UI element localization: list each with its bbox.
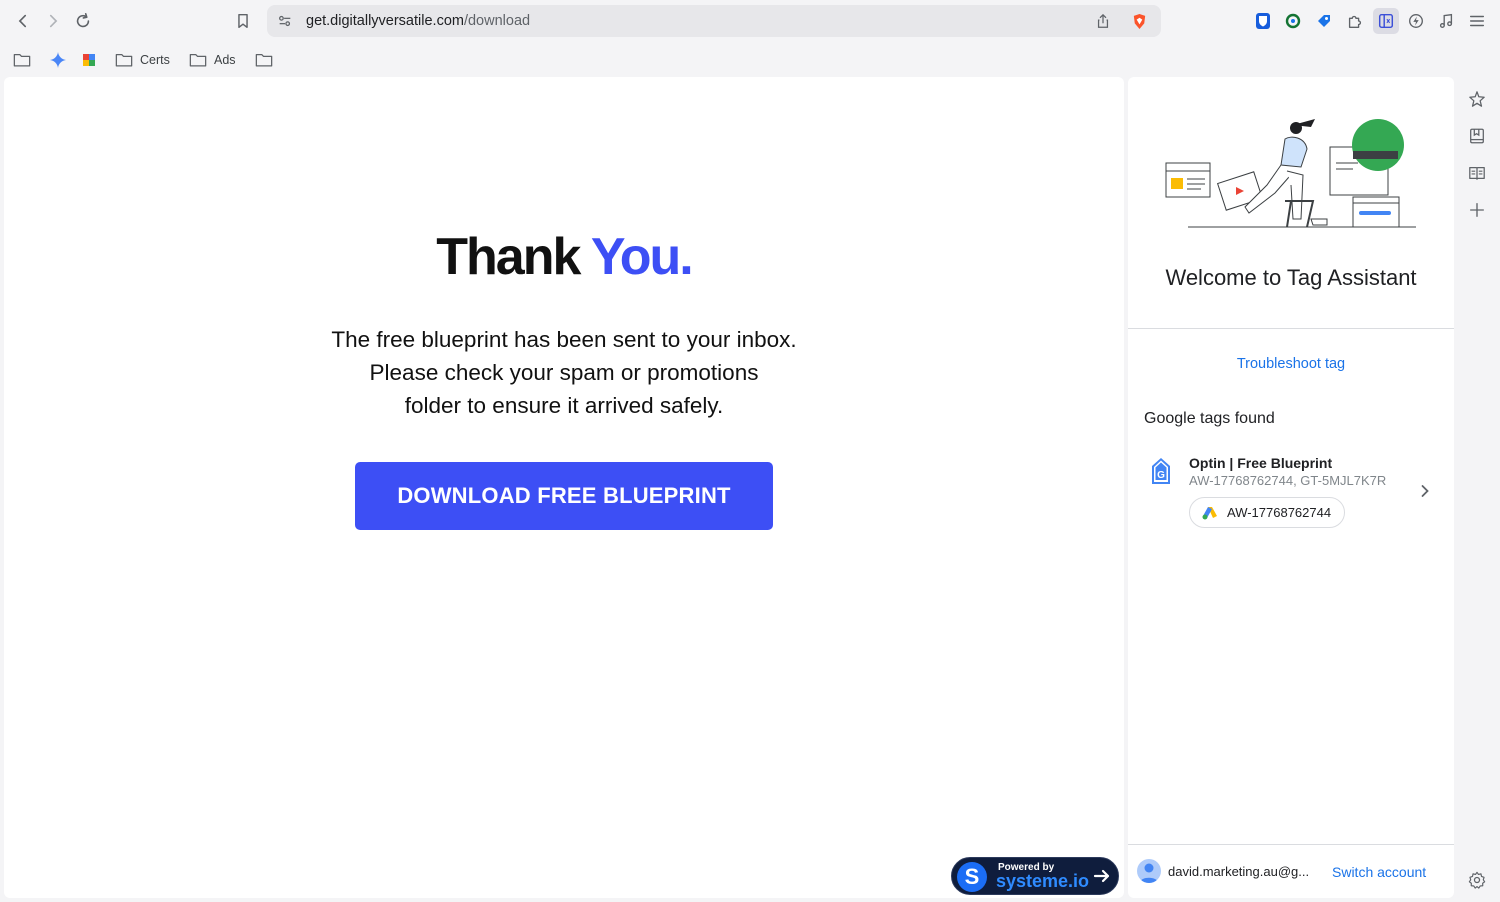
bookmark-folder-2[interactable]: [255, 50, 280, 70]
switch-account-link[interactable]: Switch account: [1332, 864, 1426, 880]
bookmarks-icon: [1470, 128, 1484, 144]
title-main: Thank: [436, 228, 581, 286]
back-button[interactable]: [10, 8, 36, 34]
gear-icon: [1468, 871, 1486, 889]
google-tag-icon: G: [1152, 458, 1170, 484]
welcome-heading: Welcome to Tag Assistant: [1165, 265, 1417, 290]
leo-icon[interactable]: [1403, 8, 1429, 34]
add-sidebar-item-button[interactable]: [1466, 199, 1488, 221]
folder-icon: [255, 53, 273, 67]
bookmark-icon: [238, 13, 248, 29]
url-host: get.digitallyversatile.com: [306, 13, 464, 29]
sidebar-settings-button[interactable]: [1466, 869, 1488, 891]
reading-list-icon: [1469, 166, 1485, 180]
tag-list-item[interactable]: G Optin | Free Blueprint AW-17768762744,…: [1128, 445, 1454, 535]
forward-arrow-icon: [49, 14, 58, 28]
bookmark-label: Certs: [140, 53, 170, 67]
bookmark-folder-certs[interactable]: Certs: [115, 50, 170, 70]
page-title: Thank You.: [4, 227, 1124, 287]
share-icon[interactable]: [1094, 12, 1112, 30]
back-arrow-icon: [18, 14, 27, 28]
tag-name: Optin | Free Blueprint: [1189, 455, 1333, 471]
bookmark-folder-1[interactable]: [13, 50, 38, 70]
music-icon[interactable]: [1433, 8, 1459, 34]
menu-icon[interactable]: [1464, 8, 1490, 34]
tag-ids: AW-17768762744, GT-5MJL7K7R: [1189, 473, 1387, 488]
bookmark-looker[interactable]: [80, 50, 105, 70]
bookmarks-bar: Certs Ads: [0, 44, 1500, 74]
looker-studio-icon: [83, 54, 95, 66]
extension-green-icon[interactable]: [1280, 8, 1306, 34]
troubleshoot-tag-link[interactable]: Troubleshoot tag: [1128, 356, 1454, 372]
systeme-brand-label: systeme.io: [996, 871, 1090, 891]
message-line-1: The free blueprint has been sent to your…: [331, 327, 797, 352]
url-text[interactable]: get.digitallyversatile.com/download: [306, 13, 530, 29]
forward-button[interactable]: [40, 8, 66, 34]
account-bar: david.marketing.au@g... Switch account: [1128, 845, 1454, 897]
plus-icon: [1470, 203, 1484, 217]
page-content: Thank You. The free blueprint has been s…: [4, 77, 1124, 898]
bookmark-gemini[interactable]: [49, 50, 74, 70]
title-accent: You.: [590, 228, 694, 286]
tags-found-heading: Google tags found: [1144, 410, 1275, 427]
folder-icon: [115, 53, 133, 67]
extension-blue-tag-icon[interactable]: [1311, 8, 1337, 34]
bookmark-label: Ads: [214, 53, 236, 67]
bitwarden-icon[interactable]: [1250, 8, 1276, 34]
browser-toolbar: get.digitallyversatile.com/download: [0, 0, 1500, 42]
google-ads-icon: [1202, 506, 1217, 519]
reload-icon: [76, 12, 90, 28]
bookmarks-sidebar-button[interactable]: [1466, 125, 1488, 147]
tag-assistant-panel: Welcome to Tag Assistant Troubleshoot ta…: [1128, 77, 1454, 898]
avatar: [1137, 859, 1161, 883]
bookmark-folder-ads[interactable]: Ads: [189, 50, 236, 70]
leo-ai-sidebar-button[interactable]: [1466, 88, 1488, 110]
folder-icon: [13, 53, 31, 67]
powered-by-systeme-badge[interactable]: S Powered by systeme.io: [951, 857, 1119, 895]
bookmark-page-button[interactable]: [230, 8, 256, 34]
message-line-2: Please check your spam or promotions: [369, 360, 759, 385]
tag-id-chip-label: AW-17768762744: [1227, 505, 1332, 520]
systeme-logo-icon: S: [957, 862, 987, 892]
chevron-right-icon[interactable]: [1417, 483, 1433, 499]
url-path: /download: [463, 13, 531, 29]
arrow-right-icon: [1093, 869, 1110, 883]
reload-button[interactable]: [70, 8, 96, 34]
brave-shields-icon[interactable]: [1130, 12, 1148, 30]
puzzle-icon[interactable]: [1342, 8, 1368, 34]
folder-icon: [189, 53, 207, 67]
account-email: david.marketing.au@g...: [1168, 864, 1310, 879]
site-settings-icon[interactable]: [276, 12, 294, 30]
tag-id-chip[interactable]: AW-17768762744: [1189, 497, 1345, 528]
svg-text:G: G: [1157, 470, 1165, 481]
gemini-icon: [50, 52, 66, 68]
sparkle-star-icon: [1469, 91, 1485, 107]
divider: [1128, 328, 1454, 329]
confirmation-message: The free blueprint has been sent to your…: [284, 323, 844, 422]
message-line-3: folder to ensure it arrived safely.: [404, 393, 724, 418]
address-bar[interactable]: get.digitallyversatile.com/download: [267, 5, 1161, 37]
download-blueprint-button[interactable]: DOWNLOAD FREE BLUEPRINT: [355, 462, 773, 530]
welcome-illustration: [1165, 119, 1416, 228]
reading-list-button[interactable]: [1466, 162, 1488, 184]
sidebar-toggle-icon[interactable]: [1373, 8, 1399, 34]
